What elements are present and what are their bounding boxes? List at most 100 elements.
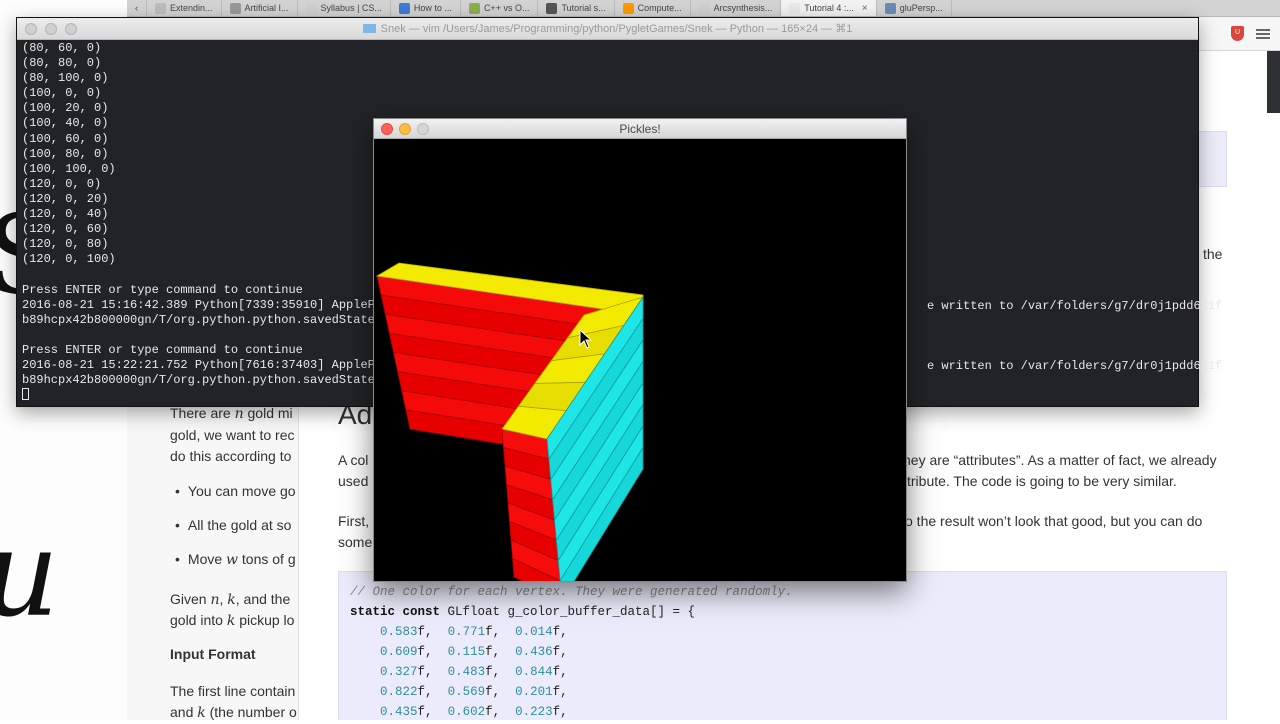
problem-line-2: gold, we want to rec [170, 427, 295, 443]
tab-label: Syllabus | CS... [320, 3, 382, 13]
terminal-titlebar[interactable]: Snek — vim /Users/James/Programming/pyth… [17, 18, 1198, 40]
opengl-canvas[interactable] [374, 139, 906, 581]
code-suffix: f, [552, 665, 568, 679]
browser-tab[interactable]: Compute... [615, 0, 691, 16]
terminal-line: (100, 60, 0) [22, 131, 109, 146]
pickles-titlebar[interactable]: Pickles! [374, 119, 906, 139]
browser-tab[interactable]: Syllabus | CS... [298, 0, 391, 16]
code-suffix: f, [485, 625, 501, 639]
terminal-window-controls [25, 23, 77, 35]
tutorial-para3-left: First, [338, 513, 370, 529]
tab-favicon-icon [155, 2, 166, 14]
browser-tab[interactable]: Tutorial s... [538, 0, 615, 16]
terminal-cursor [22, 388, 29, 401]
code-suffix: f, [552, 705, 568, 719]
code-block: // One color for each vertex. They were … [338, 571, 1227, 720]
code-suffix: f, [485, 705, 501, 719]
tab-label: Tutorial s... [561, 3, 606, 13]
terminal-line: (100, 80, 0) [22, 146, 109, 161]
code-number: 0.609 [380, 645, 418, 659]
terminal-line: (120, 0, 0) [22, 176, 102, 191]
code-row: 0.609f, 0.115f, 0.436f, [350, 642, 1226, 662]
terminal-line: (120, 0, 80) [22, 237, 109, 252]
pickles-window[interactable]: Pickles! [373, 118, 907, 582]
terminal-line: (120, 0, 100) [22, 252, 116, 267]
tutorial-para1-left: A col [338, 452, 369, 468]
terminal-line: (100, 100, 0) [22, 161, 116, 176]
input-format-line-2: and k (the number o [170, 704, 297, 721]
pickles-minimize-button[interactable] [399, 123, 411, 135]
tab-label: Compute... [637, 3, 682, 13]
tutorial-para3-right: o the result won’t look that good, but y… [905, 513, 1203, 529]
browser-tab[interactable]: C++ vs O... [461, 0, 539, 16]
code-number: 0.583 [380, 625, 418, 639]
code-number: 0.569 [447, 685, 486, 699]
terminal-line: (100, 40, 0) [22, 116, 109, 131]
terminal-line: (80, 80, 0) [22, 56, 102, 71]
tab-favicon-icon [622, 2, 634, 14]
hamburger-menu-icon[interactable] [1256, 28, 1270, 39]
tab-close-icon[interactable]: × [862, 3, 868, 14]
problem-given-line: Given n, k, and the [170, 591, 291, 608]
code-declaration: static const GLfloat g_color_buffer_data… [350, 605, 696, 619]
code-number: 0.223 [515, 705, 553, 719]
code-suffix: f, [485, 665, 501, 679]
tab-favicon-icon [398, 2, 410, 14]
code-suffix: f, [417, 625, 433, 639]
code-number: 0.014 [515, 625, 553, 639]
terminal-line: (120, 0, 20) [22, 191, 109, 206]
terminal-close-button[interactable] [25, 23, 37, 35]
code-row: 0.435f, 0.602f, 0.223f, [350, 702, 1226, 722]
tab-label: Artificial I... [244, 3, 289, 13]
code-number: 0.201 [515, 685, 553, 699]
browser-tab[interactable]: How to ... [391, 0, 461, 16]
code-rows: 0.583f, 0.771f, 0.014f, 0.609f, 0.115f, … [350, 622, 1226, 722]
terminal-output[interactable]: (80, 60, 0) (80, 80, 0) (80, 100, 0) (100, … [22, 41, 382, 403]
terminal-line: (80, 100, 0) [22, 71, 109, 86]
pickles-window-controls [381, 123, 429, 135]
terminal-line: Press ENTER or type command to continue [22, 282, 303, 297]
code-number: 0.436 [515, 645, 553, 659]
tab-favicon-icon [789, 2, 801, 14]
tab-favicon-icon [468, 2, 480, 14]
code-row: 0.583f, 0.771f, 0.014f, [350, 622, 1226, 642]
code-number: 0.435 [380, 705, 418, 719]
terminal-zoom-button[interactable] [65, 23, 77, 35]
pickles-zoom-button[interactable] [417, 123, 429, 135]
browser-tab[interactable]: Artificial I... [222, 0, 298, 16]
terminal-line: b89hcpx42b800000gn/T/org.python.python.s… [22, 312, 375, 327]
browser-tab[interactable]: Tutorial 4 :... × [781, 0, 877, 16]
code-number: 0.822 [380, 685, 418, 699]
code-number: 0.115 [447, 645, 486, 659]
pickles-close-button[interactable] [381, 123, 393, 135]
tab-favicon-icon [305, 2, 317, 14]
page-dark-strip [1267, 51, 1280, 113]
page-text-fragment: the [1203, 246, 1223, 262]
code-number: 0.602 [447, 705, 486, 719]
tab-favicon-icon [229, 2, 241, 14]
browser-tab[interactable]: gluPersp... [877, 0, 952, 16]
terminal-minimize-button[interactable] [45, 23, 57, 35]
rendered-cube-model [375, 262, 644, 581]
terminal-line: Press ENTER or type command to continue [22, 342, 303, 357]
code-number: 0.844 [515, 665, 553, 679]
terminal-line: 2016-08-21 15:16:42.389 Python[7339:3591… [22, 297, 383, 312]
code-suffix: f, [417, 685, 433, 699]
tab-label: Extendin... [170, 3, 213, 13]
browser-tab[interactable]: Arcsynthesis... [691, 0, 782, 16]
terminal-line: (120, 0, 40) [22, 207, 109, 222]
code-comment: // One color for each vertex. They were … [350, 585, 793, 599]
code-suffix: f, [485, 685, 501, 699]
browser-tab[interactable]: Extendin... [147, 0, 222, 16]
ublock-shield-icon[interactable]: U [1231, 26, 1244, 41]
terminal-line: 2016-08-21 15:22:21.752 Python[7616:3740… [22, 357, 383, 372]
page-notice-box [1198, 131, 1227, 187]
terminal-line: (120, 0, 60) [22, 222, 109, 237]
tab-back-chevron-icon[interactable]: ‹ [127, 0, 147, 16]
code-row: 0.327f, 0.483f, 0.844f, [350, 662, 1226, 682]
terminal-line: (100, 20, 0) [22, 101, 109, 116]
input-format-heading: Input Format [170, 646, 256, 662]
code-row: 0.822f, 0.569f, 0.201f, [350, 682, 1226, 702]
pickles-title: Pickles! [619, 122, 661, 136]
tab-favicon-icon [698, 2, 710, 14]
